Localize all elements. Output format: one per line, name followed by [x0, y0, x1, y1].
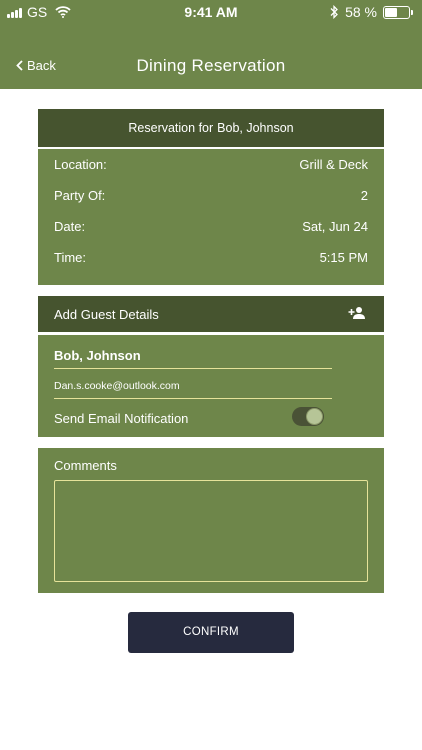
bluetooth-icon [330, 5, 338, 19]
reservation-guest-name: Bob, Johnson [217, 121, 294, 135]
battery-icon [383, 5, 413, 19]
reservation-row-value: 2 [360, 188, 368, 203]
email-notification-toggle[interactable] [292, 407, 324, 426]
comments-section: Comments [38, 448, 384, 593]
nav-bar: Back Dining Reservation [0, 44, 422, 88]
toggle-knob [306, 408, 323, 425]
reservation-row-value: 5:15 PM [319, 250, 368, 265]
reservation-header: Reservation for Bob, Johnson [38, 109, 384, 147]
reservation-row-location: Location: Grill & Deck [54, 157, 368, 172]
guest-details-form: Bob, Johnson Dan.s.cooke@outlook.com Sen… [38, 335, 384, 437]
status-right: 58 % [329, 4, 413, 20]
reservation-header-prefix: Reservation for [128, 121, 214, 135]
app-header: GS 9:41 AM 58 % Back Dining Reservation [0, 0, 422, 89]
add-person-icon[interactable] [348, 306, 366, 320]
comments-input[interactable] [54, 480, 368, 582]
reservation-row-value: Grill & Deck [299, 157, 368, 172]
reservation-details: Location: Grill & Deck Party Of: 2 Date:… [38, 149, 384, 285]
page-title: Dining Reservation [136, 56, 286, 75]
battery-percent: 58 % [345, 4, 377, 20]
reservation-row-label: Location: [54, 157, 107, 172]
guest-details-header: Add Guest Details [38, 296, 384, 332]
reservation-row-label: Party Of: [54, 188, 106, 203]
reservation-row-label: Date: [54, 219, 86, 234]
battery-fill [385, 7, 397, 17]
guest-email-field[interactable]: Dan.s.cooke@outlook.com [54, 377, 332, 399]
confirm-button[interactable]: CONFIRM [128, 612, 294, 653]
status-bar: GS 9:41 AM 58 % [0, 0, 422, 24]
guest-name-field[interactable]: Bob, Johnson [54, 347, 332, 369]
reservation-row-value: Sat, Jun 24 [302, 219, 368, 234]
guest-details-title: Add Guest Details [54, 307, 159, 322]
reservation-row-party: Party Of: 2 [54, 188, 368, 203]
reservation-row-time: Time: 5:15 PM [54, 250, 368, 265]
comments-label: Comments [54, 458, 117, 473]
email-notification-label: Send Email Notification [54, 411, 189, 426]
reservation-row-date: Date: Sat, Jun 24 [54, 219, 368, 234]
reservation-row-label: Time: [54, 250, 87, 265]
